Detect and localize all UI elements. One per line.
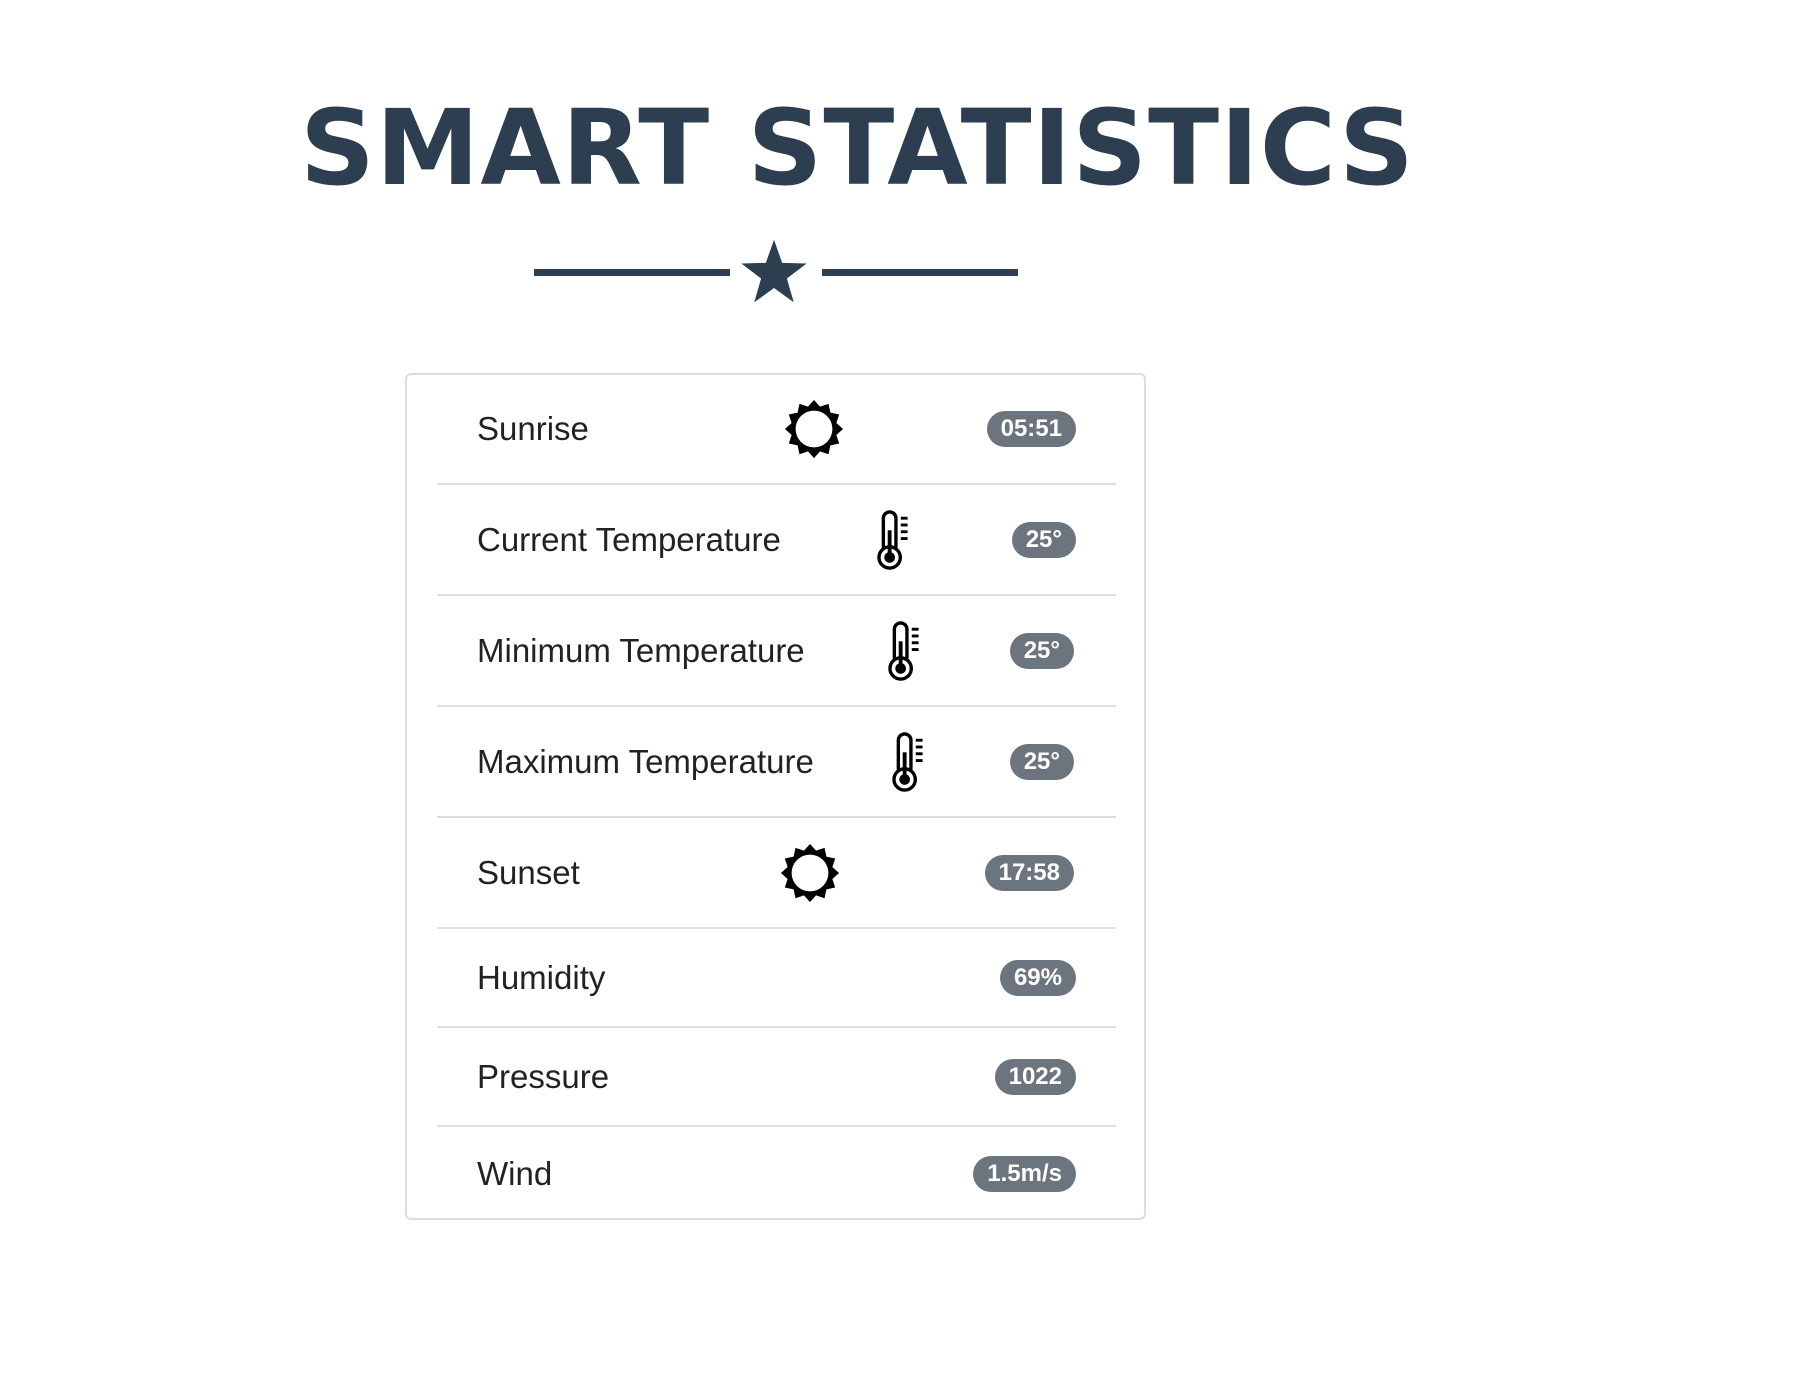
page-title: SMART STATISTICS: [300, 87, 1415, 209]
stat-badge-wind: 1.5m/s: [973, 1155, 1076, 1192]
stat-row-sunrise: Sunrise 05:51: [437, 375, 1116, 485]
stat-badge-minimum-temperature: 25°: [1009, 632, 1074, 669]
thermometer-icon: [892, 731, 923, 792]
stat-row-humidity: Humidity 69%: [437, 929, 1116, 1028]
title-divider: [532, 236, 1020, 308]
stats-card: Sunrise 05:51 Current Temperature 25° Mi…: [405, 373, 1146, 1220]
divider-line-right: [822, 269, 1018, 276]
stat-badge-humidity: 69%: [999, 959, 1076, 996]
stat-row-sunset: Sunset 17:58: [437, 818, 1116, 929]
stat-row-minimum-temperature: Minimum Temperature 25°: [437, 596, 1116, 707]
stat-label-minimum-temperature: Minimum Temperature: [477, 631, 805, 669]
stat-label-wind: Wind: [477, 1154, 553, 1192]
stat-row-wind: Wind 1.5m/s: [437, 1127, 1116, 1220]
stat-badge-maximum-temperature: 25°: [1009, 743, 1074, 780]
stat-label-current-temperature: Current Temperature: [477, 520, 781, 558]
divider-line-left: [534, 269, 730, 276]
sun-icon: [784, 399, 844, 459]
stat-badge-sunset: 17:58: [984, 854, 1074, 891]
stat-badge-pressure: 1022: [994, 1058, 1076, 1095]
sun-icon: [780, 843, 840, 902]
stat-label-pressure: Pressure: [477, 1057, 610, 1095]
star-icon: [741, 239, 807, 303]
stat-row-pressure: Pressure 1022: [437, 1028, 1116, 1127]
thermometer-icon: [888, 620, 919, 681]
stat-label-sunset: Sunset: [477, 853, 580, 891]
stat-row-maximum-temperature: Maximum Temperature 25°: [437, 707, 1116, 818]
stat-label-humidity: Humidity: [477, 958, 606, 996]
stat-label-sunrise: Sunrise: [477, 410, 589, 447]
stat-row-current-temperature: Current Temperature 25°: [437, 485, 1116, 596]
stat-badge-current-temperature: 25°: [1011, 521, 1076, 558]
stat-label-maximum-temperature: Maximum Temperature: [477, 742, 814, 780]
thermometer-icon: [877, 509, 908, 570]
stat-badge-sunrise: 05:51: [986, 411, 1076, 447]
